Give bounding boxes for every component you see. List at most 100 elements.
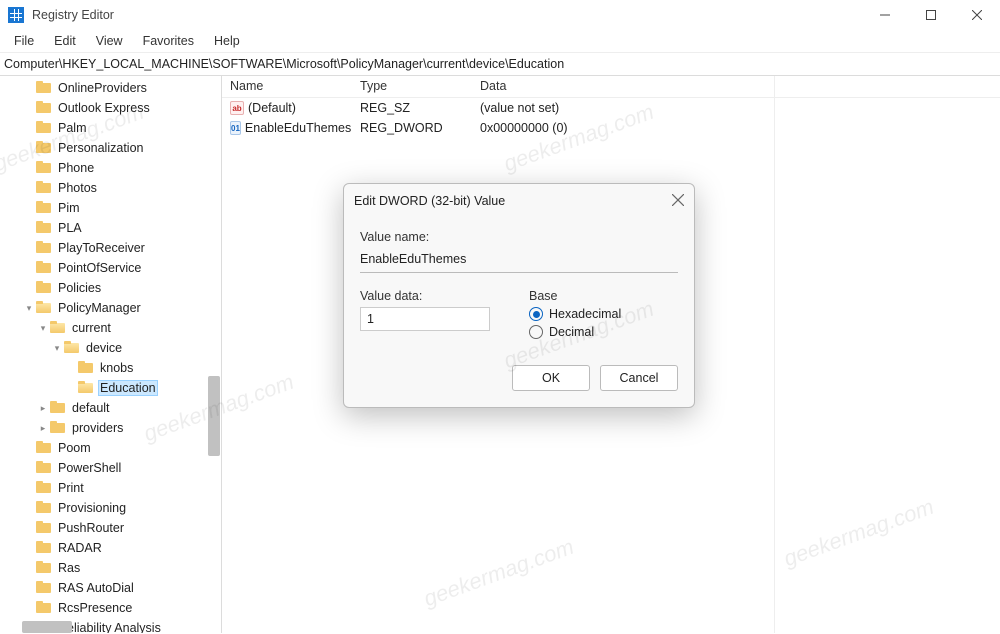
tree-node-providers[interactable]: ▸providers [0,418,221,438]
tree-label: knobs [98,360,135,376]
tree-label: default [70,400,112,416]
tree-node-education[interactable]: Education [0,378,221,398]
folder-icon [36,161,52,175]
radio-hexadecimal[interactable]: Hexadecimal [529,307,678,321]
menu-view[interactable]: View [88,32,131,50]
tree-node-powershell[interactable]: PowerShell [0,458,221,478]
tree-label: Ras [56,560,82,576]
maximize-button[interactable] [908,0,954,30]
col-data[interactable]: Data [472,76,1000,97]
address-input[interactable] [4,57,996,71]
col-name[interactable]: Name [222,76,352,97]
dialog-close-icon[interactable] [672,194,684,209]
radio-hex-label: Hexadecimal [549,307,621,321]
folder-icon [36,141,52,155]
value-type: REG_DWORD [352,121,472,135]
tree-node-device[interactable]: ▾device [0,338,221,358]
folder-icon [36,181,52,195]
value-name-field[interactable]: EnableEduThemes [360,248,678,273]
folder-icon [36,601,52,615]
edit-dword-dialog: Edit DWORD (32-bit) Value Value name: En… [343,183,695,408]
chevron-down-icon[interactable]: ▾ [50,343,64,354]
tree-label: Policies [56,280,103,296]
folder-icon [36,541,52,555]
tree-node-ras[interactable]: Ras [0,558,221,578]
folder-icon [36,201,52,215]
folder-icon [36,501,52,515]
tree-node-onlineproviders[interactable]: OnlineProviders [0,78,221,98]
tree-node-current[interactable]: ▾current [0,318,221,338]
chevron-right-icon[interactable]: ▸ [36,403,50,414]
tree-node-pointofservice[interactable]: PointOfService [0,258,221,278]
tree-node-palm[interactable]: Palm [0,118,221,138]
titlebar: Registry Editor [0,0,1000,30]
app-icon [8,7,24,23]
dword-value-icon: 01 [230,121,241,135]
folder-icon [36,521,52,535]
tree-label: PLA [56,220,84,236]
tree-node-print[interactable]: Print [0,478,221,498]
tree-node-knobs[interactable]: knobs [0,358,221,378]
tree-node-pushrouter[interactable]: PushRouter [0,518,221,538]
value-row[interactable]: 01EnableEduThemesREG_DWORD0x00000000 (0) [222,118,1000,138]
tree-label: Photos [56,180,99,196]
col-type[interactable]: Type [352,76,472,97]
ok-button[interactable]: OK [512,365,590,391]
tree-node-policies[interactable]: Policies [0,278,221,298]
radio-dot-icon [529,307,543,321]
tree-node-poom[interactable]: Poom [0,438,221,458]
radio-dec-label: Decimal [549,325,594,339]
tree-label: PointOfService [56,260,143,276]
tree-label: RcsPresence [56,600,134,616]
folder-icon [36,241,52,255]
tree-label: PushRouter [56,520,126,536]
tree-label: Poom [56,440,93,456]
menubar: File Edit View Favorites Help [0,30,1000,52]
value-data-input[interactable] [360,307,490,331]
chevron-down-icon[interactable]: ▾ [36,323,50,334]
tree-node-playtoreceiver[interactable]: PlayToReceiver [0,238,221,258]
value-type: REG_SZ [352,101,472,115]
tree-vscroll[interactable] [208,376,220,456]
tree-label: Pim [56,200,82,216]
folder-icon [36,221,52,235]
minimize-button[interactable] [862,0,908,30]
tree-node-personalization[interactable]: Personalization [0,138,221,158]
folder-icon [36,481,52,495]
app-title: Registry Editor [32,8,862,22]
folder-icon [36,301,52,315]
tree-node-pim[interactable]: Pim [0,198,221,218]
tree-node-provisioning[interactable]: Provisioning [0,498,221,518]
radio-decimal[interactable]: Decimal [529,325,678,339]
tree-node-ras-autodial[interactable]: RAS AutoDial [0,578,221,598]
menu-file[interactable]: File [6,32,42,50]
menu-favorites[interactable]: Favorites [135,32,202,50]
tree-node-photos[interactable]: Photos [0,178,221,198]
folder-icon [78,381,94,395]
menu-help[interactable]: Help [206,32,248,50]
menu-edit[interactable]: Edit [46,32,84,50]
folder-icon [36,261,52,275]
folder-icon [36,101,52,115]
tree-label: OnlineProviders [56,80,149,96]
cancel-button[interactable]: Cancel [600,365,678,391]
tree-hscroll[interactable] [22,621,72,633]
tree-node-outlook-express[interactable]: Outlook Express [0,98,221,118]
folder-icon [50,321,66,335]
tree-node-rcspresence[interactable]: RcsPresence [0,598,221,618]
dialog-title: Edit DWORD (32-bit) Value [354,194,505,208]
tree-label: Reliability Analysis [56,620,163,633]
chevron-right-icon[interactable]: ▸ [36,423,50,434]
tree-panel: OnlineProviders Outlook ExpressPalmPerson… [0,76,222,633]
tree-label: RAS AutoDial [56,580,136,596]
chevron-down-icon[interactable]: ▾ [22,303,36,314]
close-button[interactable] [954,0,1000,30]
folder-icon [50,401,66,415]
tree-node-phone[interactable]: Phone [0,158,221,178]
tree-node-radar[interactable]: RADAR [0,538,221,558]
value-row[interactable]: ab(Default)REG_SZ(value not set) [222,98,1000,118]
tree-node-pla[interactable]: PLA [0,218,221,238]
folder-icon [50,421,66,435]
tree-node-default[interactable]: ▸ default [0,398,221,418]
tree-node-policymanager[interactable]: ▾PolicyManager [0,298,221,318]
